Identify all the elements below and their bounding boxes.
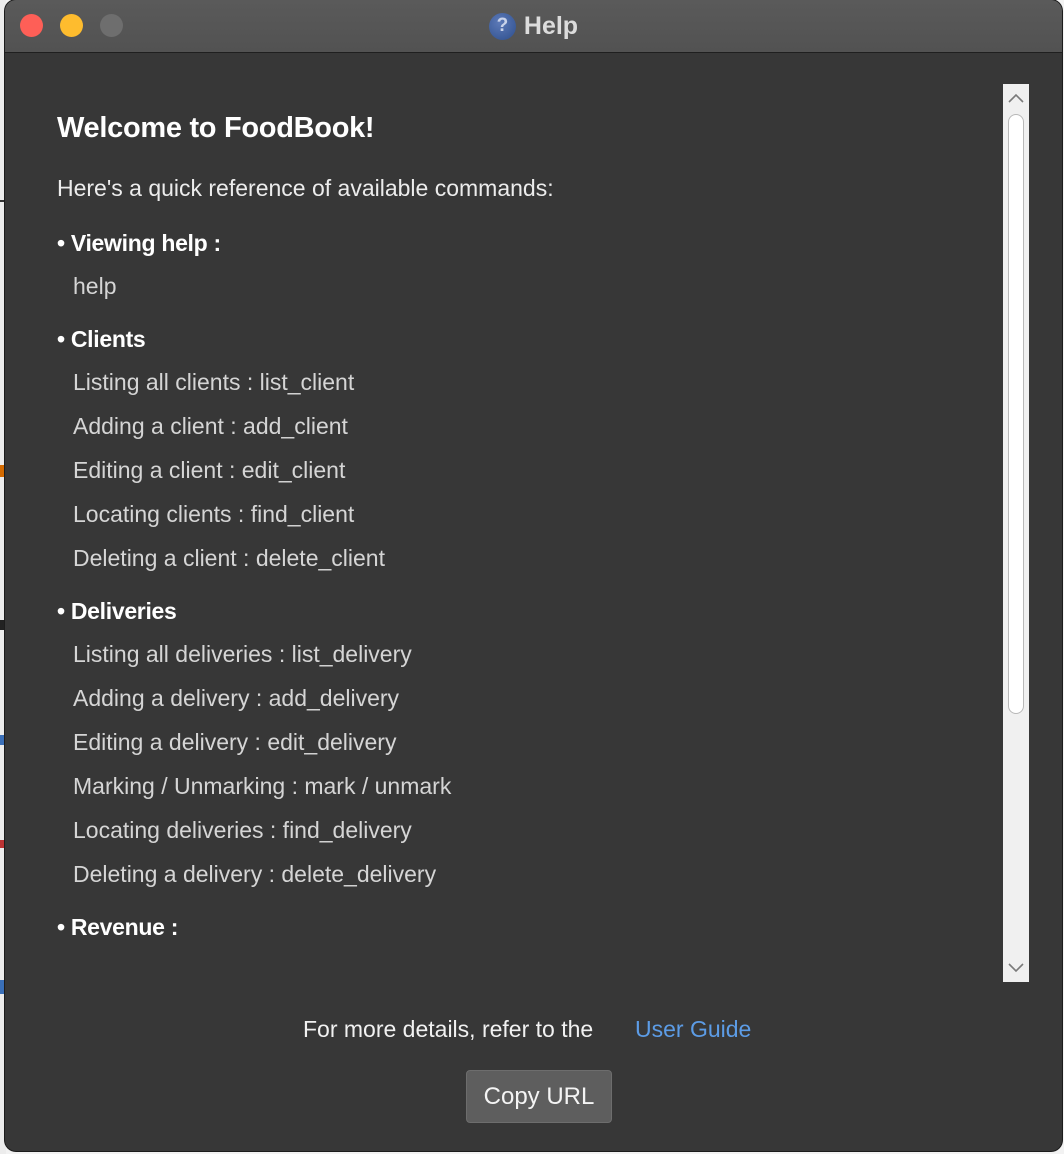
help-content: Welcome to FoodBook! Here's a quick refe… <box>57 110 1003 948</box>
user-guide-link[interactable]: User Guide <box>635 1012 751 1046</box>
help-content-scroll-area[interactable]: Welcome to FoodBook! Here's a quick refe… <box>5 84 1003 982</box>
command-item: Editing a client : edit_client <box>73 457 346 483</box>
chevron-up-icon[interactable] <box>1003 86 1029 110</box>
vertical-scrollbar[interactable] <box>1003 84 1029 982</box>
command-item: Listing all clients : list_client <box>73 369 355 395</box>
welcome-heading: Welcome to FoodBook! <box>57 112 375 144</box>
command-item: Deleting a client : delete_client <box>73 545 385 571</box>
scrollbar-thumb[interactable] <box>1008 114 1024 714</box>
chevron-down-icon[interactable] <box>1003 956 1029 980</box>
command-item: Deleting a delivery : delete_delivery <box>73 861 437 887</box>
command-item: Locating deliveries : find_delivery <box>73 817 412 843</box>
command-item: Listing all deliveries : list_delivery <box>73 641 412 667</box>
command-item: Adding a client : add_client <box>73 413 348 439</box>
section-deliveries: • Deliveries Listing all deliveries : li… <box>57 590 1003 896</box>
section-viewing-help: • Viewing help : help <box>57 222 1003 308</box>
intro-text: Here's a quick reference of available co… <box>57 175 554 201</box>
help-window: ? Help Welcome to FoodBook! Here's a qui… <box>5 0 1062 1151</box>
window-title: Help <box>523 11 579 40</box>
window-title-group: ? Help <box>5 0 1062 52</box>
title-bar: ? Help <box>5 0 1062 53</box>
command-item: Marking / Unmarking : mark / unmark <box>73 773 452 799</box>
command-item: Adding a delivery : add_delivery <box>73 685 400 711</box>
section-title: • Deliveries <box>57 598 177 624</box>
section-title: • Viewing help : <box>57 230 221 256</box>
section-revenue: • Revenue : <box>57 906 1003 948</box>
footer-text: For more details, refer to the <box>303 1016 594 1042</box>
command-item: Editing a delivery : edit_delivery <box>73 729 397 755</box>
footer: For more details, refer to the User Guid… <box>5 1012 1062 1046</box>
section-title: • Revenue : <box>57 914 179 940</box>
copy-url-button[interactable]: Copy URL <box>466 1070 612 1123</box>
section-title: • Clients <box>57 326 146 352</box>
question-mark-circle-icon: ? <box>488 12 516 40</box>
command-item: Locating clients : find_client <box>73 501 355 527</box>
command-item: help <box>73 273 117 299</box>
section-clients: • Clients Listing all clients : list_cli… <box>57 318 1003 580</box>
